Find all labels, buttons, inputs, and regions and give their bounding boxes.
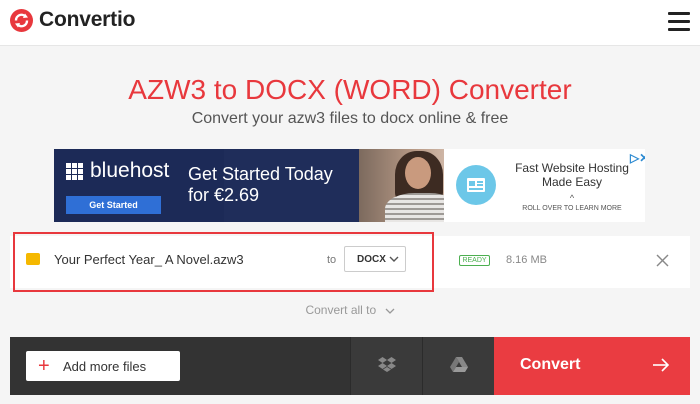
page-title: AZW3 to DOCX (WORD) Converter [128, 74, 572, 105]
add-more-files-label: Add more files [63, 359, 147, 374]
ad-info-panel: Fast Website Hosting Made Easy ^ ROLL OV… [444, 149, 645, 222]
header: Convertio [0, 0, 700, 46]
to-label: to [327, 254, 337, 266]
remove-file-button[interactable] [655, 253, 670, 268]
dropbox-button[interactable] [350, 337, 422, 395]
target-format-select[interactable]: DOCX [344, 246, 406, 272]
status-badge: READY [459, 255, 490, 266]
ad-get-started-button[interactable]: Get Started [66, 196, 161, 214]
brand-name: Convertio [39, 8, 136, 31]
hamburger-menu-icon[interactable] [668, 12, 690, 32]
google-drive-button[interactable] [422, 337, 494, 395]
bluehost-ad-banner[interactable]: bluehost Get Started Get Started Today f… [54, 149, 645, 222]
dropbox-icon [378, 357, 396, 372]
chevron-down-icon [385, 308, 394, 314]
plus-icon: + [38, 355, 50, 377]
file-folder-icon [26, 253, 40, 265]
ad-brand-name: bluehost [90, 159, 170, 182]
page-subtitle: Convert your azw3 files to docx online &… [191, 110, 509, 127]
chevron-down-icon [389, 256, 399, 262]
convert-all-label: Convert all to [305, 303, 377, 317]
ad-tagline: Fast Website Hosting Made Easy [515, 161, 629, 189]
chevron-up-icon: ^ [569, 193, 575, 203]
adchoices-icon[interactable]: ▷✕ [630, 151, 645, 165]
convert-all-dropdown[interactable]: Convert all to [0, 303, 700, 317]
bluehost-grid-icon [66, 163, 83, 180]
convert-button[interactable]: Convert [494, 337, 690, 395]
file-name: Your Perfect Year_ A Novel.azw3 [54, 252, 244, 267]
ad-headline: Get Started Today for €2.69 [188, 164, 333, 205]
google-drive-icon [450, 357, 468, 372]
convert-label: Convert [520, 356, 581, 373]
ad-rollover-text: ROLL OVER TO LEARN MORE [522, 205, 622, 212]
arrow-right-icon [653, 358, 670, 372]
convertio-logo-icon [10, 8, 33, 32]
close-icon [656, 254, 669, 267]
target-format-value: DOCX [357, 254, 386, 265]
convertio-logo[interactable]: Convertio [10, 8, 135, 32]
website-hosting-icon [456, 165, 496, 205]
add-more-files-button[interactable]: + Add more files [26, 351, 180, 381]
file-size: 8.16 MB [506, 254, 547, 266]
